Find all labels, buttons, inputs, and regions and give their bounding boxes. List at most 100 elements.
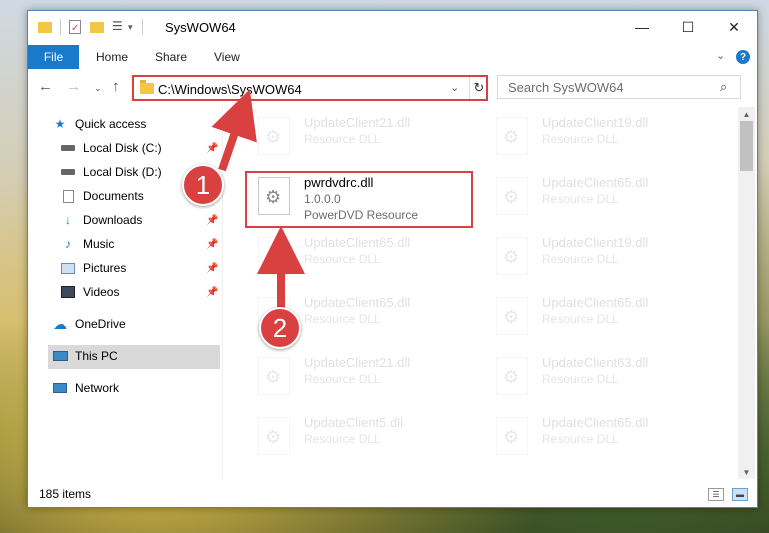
search-box[interactable]: Search SysWOW64 ⌕ xyxy=(497,75,741,99)
up-button[interactable]: ↑ xyxy=(112,78,120,95)
pin-icon[interactable]: 📌 xyxy=(206,215,218,226)
nav-music[interactable]: ♪ Music xyxy=(60,233,114,255)
file-name: UpdateClient21.dll xyxy=(304,355,411,370)
file-item[interactable]: UpdateClient19.dll Resource DLL xyxy=(484,111,704,161)
details-view-icon[interactable]: ☰ xyxy=(708,488,724,501)
file-type: Resource DLL xyxy=(304,132,381,146)
file-item[interactable]: UpdateClient65.dll Resource DLL xyxy=(246,231,466,281)
search-icon[interactable]: ⌕ xyxy=(720,79,727,95)
file-type: Resource DLL xyxy=(304,252,381,266)
file-list: UpdateClient21.dll Resource DLL UpdateCl… xyxy=(226,107,736,479)
star-icon: ★ xyxy=(54,117,66,131)
maximize-button[interactable]: ☐ xyxy=(665,11,711,43)
videos-icon xyxy=(60,285,76,299)
scroll-up-icon[interactable]: ▲ xyxy=(738,107,755,121)
file-type: Resource DLL xyxy=(542,312,619,326)
download-icon: ↓ xyxy=(65,213,71,227)
expand-ribbon-icon[interactable]: ⌄ xyxy=(716,49,725,62)
tab-view[interactable]: View xyxy=(214,45,240,69)
file-type: Resource DLL xyxy=(304,372,381,386)
refresh-button[interactable]: ↻ xyxy=(469,77,488,99)
tab-home[interactable]: Home xyxy=(96,45,128,69)
nav-local-disk-c[interactable]: Local Disk (C:) xyxy=(60,137,162,159)
scroll-down-icon[interactable]: ▼ xyxy=(738,465,755,479)
nav-label: Local Disk (D:) xyxy=(83,165,162,179)
documents-icon xyxy=(60,189,76,203)
file-item[interactable]: UpdateClient65.dll Resource DLL xyxy=(484,411,704,461)
file-name: UpdateClient65.dll xyxy=(304,235,411,250)
file-item[interactable]: UpdateClient5.dll Resource DLL xyxy=(246,411,466,461)
tab-file[interactable]: File xyxy=(28,45,79,69)
cloud-icon: ☁ xyxy=(53,315,67,332)
address-dropdown-icon[interactable]: ⌄ xyxy=(450,81,459,94)
pin-icon[interactable]: 📌 xyxy=(206,143,218,154)
music-icon: ♪ xyxy=(65,237,71,251)
file-type: Resource DLL xyxy=(542,192,619,206)
file-item[interactable]: UpdateClient65.dll Resource DLL xyxy=(484,291,704,341)
tab-share[interactable]: Share xyxy=(155,45,187,69)
file-name: UpdateClient65.dll xyxy=(542,295,649,310)
pane-divider xyxy=(222,107,223,479)
dll-file-icon xyxy=(258,417,290,455)
nav-network[interactable]: Network xyxy=(52,377,119,399)
recent-locations-icon[interactable]: ⌄ xyxy=(94,83,102,94)
customize-toolbar-icon[interactable]: ☰ xyxy=(112,19,128,35)
nav-documents[interactable]: Documents xyxy=(60,185,144,207)
nav-videos[interactable]: Videos xyxy=(60,281,119,303)
status-bar: 185 items ☰ ▬ xyxy=(28,483,757,507)
close-button[interactable]: ✕ xyxy=(711,11,757,43)
back-button[interactable]: ← xyxy=(38,78,53,95)
address-bar[interactable]: C:\Windows\SysWOW64 ⌄ ↻ xyxy=(132,75,488,101)
file-name: UpdateClient19.dll xyxy=(542,115,649,130)
file-name: UpdateClient19.dll xyxy=(542,235,649,250)
pictures-icon xyxy=(60,261,76,275)
nav-pictures[interactable]: Pictures xyxy=(60,257,126,279)
pin-icon[interactable]: 📌 xyxy=(206,263,218,274)
window-title: SysWOW64 xyxy=(165,20,236,35)
nav-this-pc[interactable]: This PC xyxy=(52,345,118,367)
nav-label: This PC xyxy=(75,349,118,363)
folder-icon xyxy=(140,80,154,94)
ribbon-tabs: File Home Share View ⌄ ? xyxy=(28,45,757,69)
dll-file-icon xyxy=(496,357,528,395)
file-item[interactable]: UpdateClient21.dll Resource DLL xyxy=(246,111,466,161)
search-input[interactable]: Search SysWOW64 xyxy=(508,80,624,95)
forward-button[interactable]: → xyxy=(66,78,81,95)
file-name: UpdateClient21.dll xyxy=(304,115,411,130)
scroll-thumb[interactable] xyxy=(740,121,753,171)
file-type: Resource DLL xyxy=(304,432,381,446)
pin-icon[interactable]: 📌 xyxy=(206,239,218,250)
dll-file-icon xyxy=(496,417,528,455)
nav-local-disk-d[interactable]: Local Disk (D:) xyxy=(60,161,162,183)
address-path[interactable]: C:\Windows\SysWOW64 xyxy=(158,82,302,97)
dll-file-icon xyxy=(258,117,290,155)
large-icons-view-icon[interactable]: ▬ xyxy=(732,488,748,501)
pin-icon[interactable]: 📌 xyxy=(206,287,218,298)
nav-downloads[interactable]: ↓ Downloads xyxy=(60,209,142,231)
nav-label: Music xyxy=(83,237,115,251)
title-bar: ✓ ☰ ▾ SysWOW64 — ☐ ✕ xyxy=(28,11,757,43)
nav-label: Videos xyxy=(83,285,120,299)
dll-file-icon xyxy=(258,357,290,395)
dll-file-icon xyxy=(496,117,528,155)
file-item[interactable]: UpdateClient63.dll Resource DLL xyxy=(484,351,704,401)
dll-file-icon xyxy=(496,177,528,215)
new-folder-icon[interactable] xyxy=(90,19,106,35)
nav-quick-access[interactable]: ★ Quick access xyxy=(52,113,147,135)
file-type: Resource DLL xyxy=(542,252,619,266)
file-item[interactable]: UpdateClient19.dll Resource DLL xyxy=(484,231,704,281)
nav-onedrive[interactable]: ☁ OneDrive xyxy=(52,313,126,335)
vertical-scrollbar[interactable]: ▲ ▼ xyxy=(738,107,755,479)
nav-label: Network xyxy=(75,381,120,395)
help-button[interactable]: ? xyxy=(736,50,750,64)
file-item[interactable]: UpdateClient65.dll Resource DLL xyxy=(484,171,704,221)
nav-label: Quick access xyxy=(75,117,147,131)
folder-icon xyxy=(38,19,54,35)
dll-file-icon xyxy=(496,297,528,335)
file-item[interactable]: UpdateClient21.dll Resource DLL xyxy=(246,351,466,401)
step-2-badge: 2 xyxy=(259,307,301,349)
divider xyxy=(60,19,61,35)
properties-icon[interactable]: ✓ xyxy=(68,19,84,35)
file-explorer-window: ✓ ☰ ▾ SysWOW64 — ☐ ✕ File Home Share Vie… xyxy=(27,10,758,508)
minimize-button[interactable]: — xyxy=(619,11,665,43)
